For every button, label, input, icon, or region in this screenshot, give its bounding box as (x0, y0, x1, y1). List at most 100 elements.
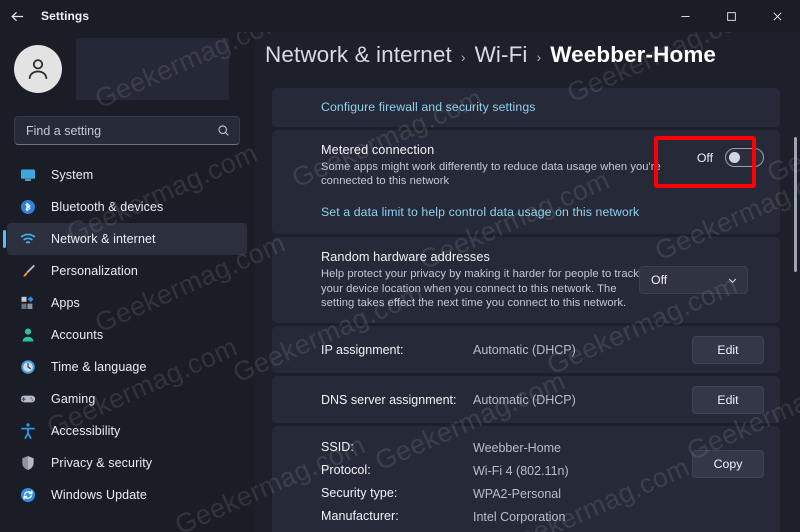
dns-assignment-row: DNS server assignment: Automatic (DHCP) … (272, 376, 780, 423)
sidebar-item-apps[interactable]: Apps (7, 287, 247, 319)
bluetooth-icon (19, 198, 37, 216)
ip-assignment-row: IP assignment: Automatic (DHCP) Edit (272, 326, 780, 373)
app-title: Settings (41, 9, 90, 23)
metered-connection-card: Metered connection Some apps might work … (272, 130, 780, 235)
close-button[interactable] (754, 0, 800, 32)
minimize-button[interactable] (662, 0, 708, 32)
table-row: Protocol: Wi-Fi 4 (802.11n) (321, 463, 676, 479)
sidebar-item-label: System (51, 168, 94, 182)
metered-title: Metered connection (321, 143, 435, 157)
firewall-card: Configure firewall and security settings (272, 88, 780, 127)
title-bar: Settings (0, 0, 800, 32)
avatar (14, 45, 62, 93)
content-scrollbar[interactable] (794, 137, 797, 272)
person-icon (19, 326, 37, 344)
property-label: SSID: (321, 440, 354, 455)
account-section[interactable] (14, 38, 229, 100)
maximize-button[interactable] (708, 0, 754, 32)
metered-toggle-state: Off (696, 150, 713, 165)
breadcrumb: Network & internet › Wi-Fi › Weebber-Hom… (265, 42, 716, 68)
window-controls (662, 0, 800, 32)
sidebar-item-label: Accounts (51, 328, 104, 342)
property-value: Weebber-Home (473, 441, 562, 456)
network-properties: SSID: Weebber-Home Protocol: Wi-Fi 4 (80… (272, 426, 780, 532)
random-hw-row: Random hardware addresses Help protect y… (272, 237, 780, 323)
sidebar-item-accounts[interactable]: Accounts (7, 319, 247, 351)
sidebar-item-label: Gaming (51, 392, 96, 406)
search-input[interactable]: Find a setting (14, 116, 240, 145)
apps-icon (19, 294, 37, 312)
clock-icon (19, 358, 37, 376)
search-icon (218, 125, 229, 136)
wifi-icon (19, 230, 37, 248)
table-row: Security type: WPA2-Personal (321, 486, 676, 502)
sidebar-item-windows-update[interactable]: Windows Update (7, 479, 247, 511)
back-button[interactable] (0, 0, 34, 32)
data-limit-link-row[interactable]: Set a data limit to help control data us… (272, 201, 780, 234)
toggle-knob (729, 152, 740, 163)
page-title: Weebber-Home (550, 42, 717, 67)
search-placeholder: Find a setting (26, 123, 102, 138)
firewall-link-row[interactable]: Configure firewall and security settings (272, 88, 780, 127)
breadcrumb-separator-icon: › (460, 49, 466, 65)
settings-card-list: Configure firewall and security settings… (272, 88, 780, 532)
sidebar-item-label: Apps (51, 296, 80, 310)
sidebar-item-label: Privacy & security (51, 456, 153, 470)
copy-button[interactable]: Copy (692, 450, 764, 479)
breadcrumb-separator-icon: › (536, 49, 542, 65)
sidebar-item-label: Bluetooth & devices (51, 200, 164, 214)
breadcrumb-wifi[interactable]: Wi-Fi (475, 42, 528, 68)
property-label: Manufacturer: (321, 509, 399, 524)
properties-table: SSID: Weebber-Home Protocol: Wi-Fi 4 (80… (321, 440, 676, 532)
ip-assignment-edit-button[interactable]: Edit (692, 335, 764, 364)
sidebar-item-accessibility[interactable]: Accessibility (7, 415, 247, 447)
accessibility-icon (21, 423, 35, 439)
property-value: WPA2-Personal (473, 487, 561, 502)
sidebar-item-label: Network & internet (51, 232, 156, 246)
ip-assignment-value: Automatic (DHCP) (473, 342, 576, 357)
sidebar-item-time-language[interactable]: Time & language (7, 351, 247, 383)
dns-assignment-edit-button[interactable]: Edit (692, 385, 764, 414)
data-limit-link[interactable]: Set a data limit to help control data us… (321, 205, 639, 219)
display-icon (19, 166, 37, 184)
dns-assignment-label: DNS server assignment: (321, 392, 457, 407)
sidebar-item-gaming[interactable]: Gaming (7, 383, 247, 415)
property-value: Wi-Fi 4 (802.11n) (473, 464, 569, 479)
paintbrush-icon (19, 262, 37, 280)
sidebar-item-privacy-security[interactable]: Privacy & security (7, 447, 247, 479)
chevron-down-icon (728, 278, 737, 284)
sidebar-item-personalization[interactable]: Personalization (7, 255, 247, 287)
gamepad-icon (19, 390, 37, 408)
configure-firewall-link[interactable]: Configure firewall and security settings (321, 100, 536, 114)
account-name-redacted (76, 38, 229, 100)
sidebar: Find a setting System Bluetooth & device… (0, 32, 255, 532)
sidebar-nav: System Bluetooth & devices Network & int… (3, 159, 247, 511)
metered-description: Some apps might work differently to redu… (321, 161, 661, 188)
ip-assignment-label: IP assignment: (321, 342, 404, 357)
property-label: Protocol: (321, 463, 371, 478)
update-icon (19, 486, 37, 504)
metered-toggle[interactable] (725, 148, 764, 167)
dns-assignment-card: DNS server assignment: Automatic (DHCP) … (272, 376, 780, 424)
random-hw-dropdown[interactable]: Off (639, 266, 748, 295)
sidebar-item-network-internet[interactable]: Network & internet (3, 223, 247, 255)
property-label: Security type: (321, 486, 398, 501)
network-properties-card: SSID: Weebber-Home Protocol: Wi-Fi 4 (80… (272, 426, 780, 532)
dns-assignment-value: Automatic (DHCP) (473, 392, 576, 407)
sidebar-item-system[interactable]: System (7, 159, 247, 191)
sidebar-item-label: Time & language (51, 360, 147, 374)
metered-toggle-group[interactable]: Off (697, 148, 764, 167)
sidebar-item-label: Personalization (51, 264, 138, 278)
breadcrumb-root[interactable]: Network & internet (265, 42, 452, 68)
table-row: Manufacturer: Intel Corporation (321, 509, 676, 525)
shield-icon (19, 454, 37, 472)
sidebar-item-bluetooth-devices[interactable]: Bluetooth & devices (7, 191, 247, 223)
metered-connection-row: Metered connection Some apps might work … (272, 130, 780, 201)
sidebar-item-label: Accessibility (51, 424, 121, 438)
random-hw-title: Random hardware addresses (321, 250, 490, 265)
ip-assignment-card: IP assignment: Automatic (DHCP) Edit (272, 326, 780, 374)
content-area: Network & internet › Wi-Fi › Weebber-Hom… (255, 32, 800, 532)
random-hardware-addresses-card: Random hardware addresses Help protect y… (272, 237, 780, 324)
random-hw-dropdown-value: Off (651, 273, 668, 288)
property-value: Intel Corporation (473, 510, 566, 525)
